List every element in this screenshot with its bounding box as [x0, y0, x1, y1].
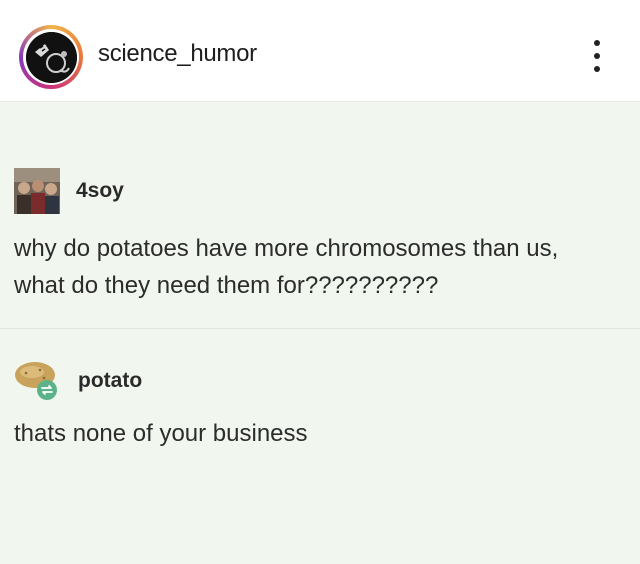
photo-avatar-icon — [14, 168, 60, 214]
reblog-header-potato: potato — [14, 359, 142, 403]
blog-name-4soy[interactable]: 4soy — [76, 179, 124, 203]
reblog-badge-icon — [37, 380, 57, 400]
potato-icon — [15, 362, 57, 400]
vertical-ellipsis-icon — [594, 53, 600, 59]
reblog-header-4soy: 4soy — [14, 168, 124, 214]
blog-name-potato[interactable]: potato — [78, 369, 142, 393]
vertical-ellipsis-icon — [594, 40, 600, 46]
potato-avatar — [14, 359, 62, 403]
avatar-border — [23, 29, 79, 85]
avatar-image — [25, 31, 77, 83]
answer-text: thats none of your business — [14, 420, 308, 447]
account-username[interactable]: science_humor — [98, 40, 257, 68]
blog-avatar-4soy — [14, 168, 60, 214]
post-image: 4soy why do potatoes have more chromosom… — [0, 102, 640, 564]
post-header: science_humor — [0, 0, 640, 102]
profile-avatar[interactable] — [19, 25, 83, 89]
vertical-ellipsis-icon — [594, 66, 600, 72]
reblog-divider — [0, 328, 640, 329]
science-logo-icon — [25, 31, 77, 83]
more-options-button[interactable] — [586, 36, 608, 76]
question-text: why do potatoes have more chromosomes th… — [14, 235, 559, 299]
